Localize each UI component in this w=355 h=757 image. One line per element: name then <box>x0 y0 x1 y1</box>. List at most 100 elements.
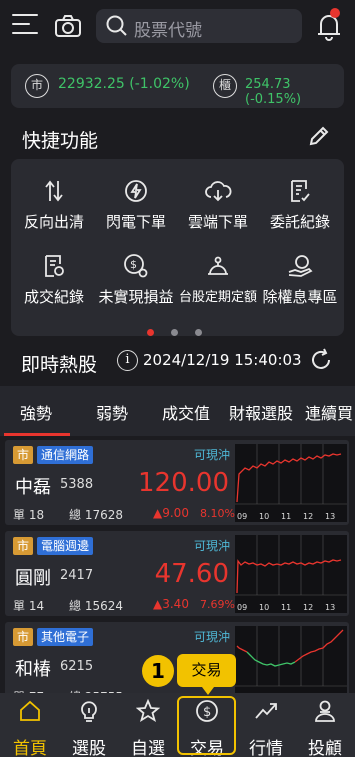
category-badge: 其他電子 <box>37 628 94 646</box>
quick-item-unrealized-pnl[interactable]: $ 未實現損益 <box>93 252 179 307</box>
trade-tooltip: 交易 <box>177 654 236 695</box>
nav-label: 首頁 <box>13 739 47 757</box>
market-badge: 市 <box>13 628 33 646</box>
hot-stocks-tabs: 強勢 弱勢 成交值 財報選股 連續買 <box>0 386 355 436</box>
top-bar: 股票代號 <box>0 0 355 54</box>
nav-label: 行情 <box>249 739 283 757</box>
stock-card[interactable]: 市 通信網路 可現沖 中磊 5388 120.00 單 18 總 17628 ▲… <box>5 440 349 525</box>
quick-item-label: 雲端下單 <box>187 213 248 231</box>
quick-item-lightning-order[interactable]: 閃電下單 <box>93 177 179 232</box>
nav-watchlist[interactable]: 自選 <box>118 693 178 757</box>
single-volume: 單 18 <box>13 508 45 522</box>
stock-price: 120.00 <box>138 468 229 498</box>
quick-item-dividend[interactable]: 除權息專區 <box>257 252 343 307</box>
nav-stock-picker[interactable]: 選股 <box>59 693 119 757</box>
stock-code: 2417 <box>60 568 94 583</box>
quick-item-label: 未實現損益 <box>98 288 174 306</box>
info-icon[interactable]: i <box>117 350 138 371</box>
spark-tick: 13 <box>325 603 336 612</box>
day-trade-label: 可現沖 <box>194 448 231 462</box>
price-change: ▲3.40 <box>153 597 189 611</box>
regular-invest-icon <box>208 256 228 275</box>
nav-quotes[interactable]: 行情 <box>236 693 296 757</box>
stock-card[interactable]: 市 電腦週邊 可現沖 圓剛 2417 47.60 單 14 總 15624 ▲3… <box>5 531 349 616</box>
intraday-sparkline: 09 10 11 12 13 <box>235 444 347 522</box>
market-badge: 市 <box>13 537 33 555</box>
quick-item-regular-invest[interactable]: 台股定期定額 <box>175 252 261 305</box>
tab-consecutive-buy[interactable]: 連續買 <box>305 400 353 424</box>
search-icon <box>106 15 127 36</box>
otc-index-badge: 櫃 <box>213 74 237 98</box>
intraday-sparkline: 09 10 11 12 13 <box>235 535 347 613</box>
quick-item-cloud-order[interactable]: 雲端下單 <box>175 177 261 232</box>
stock-name: 中磊 <box>15 477 51 498</box>
nav-advisor[interactable]: 投顧 <box>295 693 355 757</box>
star-icon <box>136 699 160 722</box>
spark-tick: 10 <box>259 603 270 612</box>
trade-record-icon <box>45 255 64 277</box>
trend-icon <box>255 703 277 719</box>
tab-turnover[interactable]: 成交值 <box>162 400 210 424</box>
stock-code: 5388 <box>60 477 94 492</box>
search-input[interactable]: 股票代號 <box>96 9 302 43</box>
hot-stocks-timestamp: 2024/12/19 15:40:03 <box>143 351 302 369</box>
lightning-icon <box>125 180 147 202</box>
spark-tick: 12 <box>303 603 314 612</box>
price-change-pct: 7.69% <box>200 598 235 611</box>
quick-item-label: 除權息專區 <box>262 288 338 306</box>
stock-code: 6215 <box>60 659 94 674</box>
pager-dot[interactable] <box>195 329 202 336</box>
advisor-icon <box>315 700 335 722</box>
quick-item-reverse-close[interactable]: 反向出清 <box>11 177 97 232</box>
category-badge: 通信網路 <box>37 446 94 464</box>
refresh-icon[interactable] <box>309 348 333 372</box>
day-trade-label: 可現沖 <box>194 630 231 644</box>
spark-tick: 11 <box>281 603 292 612</box>
svg-text:$: $ <box>130 258 137 271</box>
order-record-icon <box>291 180 310 202</box>
quick-item-order-record[interactable]: 委託紀錄 <box>257 177 343 232</box>
nav-label: 投顧 <box>308 739 342 757</box>
nav-home[interactable]: 首頁 <box>0 693 60 757</box>
market-badge: 市 <box>13 446 33 464</box>
tab-strong[interactable]: 強勢 <box>20 400 52 424</box>
total-volume: 總 17628 <box>69 508 123 522</box>
hamburger-menu-icon[interactable] <box>12 14 38 36</box>
day-trade-label: 可現沖 <box>194 539 231 553</box>
index-bar[interactable]: 市 22932.25 (-1.02%) 櫃 254.73 (-0.15%) <box>11 64 344 108</box>
spark-tick: 12 <box>303 512 314 521</box>
single-volume: 單 14 <box>13 599 45 613</box>
stock-price: 47.60 <box>154 559 229 589</box>
twse-index-value: 22932.25 (-1.02%) <box>58 76 190 92</box>
price-change: ▲9.00 <box>153 506 189 520</box>
dividend-icon <box>288 255 313 277</box>
quick-item-label: 台股定期定額 <box>178 290 257 305</box>
search-placeholder: 股票代號 <box>134 21 202 41</box>
active-tab-indicator <box>4 433 70 436</box>
pager-dot-active[interactable] <box>147 329 154 336</box>
notification-bell-icon[interactable] <box>314 8 344 42</box>
step-number-badge: 1 <box>142 655 174 687</box>
stock-name: 圓剛 <box>15 568 51 589</box>
quick-item-trade-record[interactable]: 成交紀錄 <box>11 252 97 307</box>
quick-functions-panel: 反向出清 閃電下單 雲端下單 委託紀錄 成交紀錄 $ 未實現損益 台股定期定額 … <box>11 159 344 336</box>
pager-dot[interactable] <box>171 329 178 336</box>
category-badge: 電腦週邊 <box>37 537 94 555</box>
spark-tick: 11 <box>281 512 292 521</box>
price-change-pct: 8.10% <box>200 507 235 520</box>
nav-label: 選股 <box>72 739 106 757</box>
quick-item-label: 成交紀錄 <box>23 288 84 306</box>
twse-index-badge: 市 <box>25 74 49 98</box>
spark-tick: 13 <box>325 512 336 521</box>
reverse-arrows-icon <box>45 180 63 202</box>
tab-financial-screen[interactable]: 財報選股 <box>229 400 293 424</box>
quick-panel-pager[interactable] <box>147 321 219 340</box>
spark-tick: 09 <box>237 603 248 612</box>
spark-tick: 09 <box>237 512 248 521</box>
camera-icon[interactable] <box>54 14 82 38</box>
edit-pencil-icon[interactable] <box>308 125 330 147</box>
tab-weak[interactable]: 弱勢 <box>96 400 128 424</box>
otc-index-value: 254.73 (-0.15%) <box>245 77 302 107</box>
spark-tick: 10 <box>259 512 270 521</box>
quick-item-label: 閃電下單 <box>105 213 166 231</box>
